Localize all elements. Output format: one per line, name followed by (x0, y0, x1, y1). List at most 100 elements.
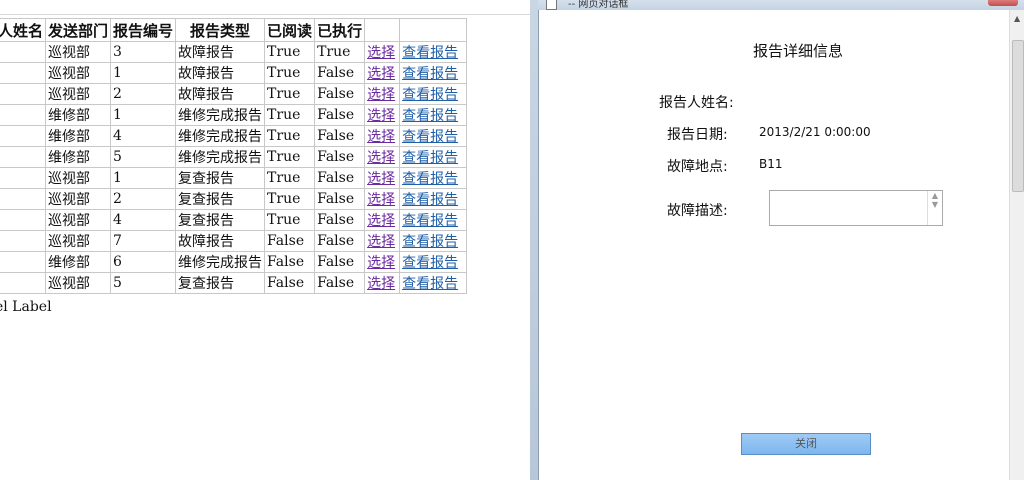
reporter-name-cell: 七 (0, 41, 47, 63)
executed-status-cell: False (314, 251, 366, 273)
select-link[interactable]: 选择 (367, 108, 395, 124)
read-status-cell: True (264, 146, 316, 168)
report-type-cell: 复查报告 (175, 188, 266, 210)
page-icon (546, 0, 557, 10)
view-report-cell: 查看报告 (399, 230, 468, 252)
department-cell: 巡视部 (45, 209, 112, 231)
reporter-name-cell: 五 (0, 125, 47, 147)
table-header-cell: 已阅读 (264, 18, 316, 42)
scroll-up-icon[interactable]: ▲ (1014, 14, 1020, 23)
view-report-cell: 查看报告 (399, 272, 468, 294)
view-report-link[interactable]: 查看报告 (402, 171, 458, 187)
read-status-cell: False (264, 230, 316, 252)
view-report-link[interactable]: 查看报告 (402, 192, 458, 208)
view-report-cell: 查看报告 (399, 62, 468, 84)
dialog-scrollbar[interactable]: ▲ (1009, 10, 1024, 480)
view-report-link[interactable]: 查看报告 (402, 234, 458, 250)
report-number-cell: 4 (110, 209, 177, 231)
executed-status-cell: True (314, 41, 366, 63)
report-type-cell: 故障报告 (175, 41, 266, 63)
page-top-strip (0, 0, 530, 15)
report-list-page: 送人姓名发送部门报告编号报告类型已阅读已执行 七巡视部3故障报告TrueTrue… (0, 0, 530, 480)
executed-status-cell: False (314, 230, 366, 252)
report-number-cell: 5 (110, 146, 177, 168)
select-link[interactable]: 选择 (367, 66, 395, 82)
view-report-cell: 查看报告 (399, 125, 468, 147)
view-report-link[interactable]: 查看报告 (402, 150, 458, 166)
department-cell: 巡视部 (45, 83, 112, 105)
report-table: 送人姓名发送部门报告编号报告类型已阅读已执行 七巡视部3故障报告TrueTrue… (0, 18, 468, 294)
read-status-cell: True (264, 209, 316, 231)
select-cell: 选择 (364, 188, 401, 210)
dialog-title: -- 网页对话框 (568, 0, 629, 10)
table-header-cell: 发送部门 (45, 18, 112, 42)
view-report-link[interactable]: 查看报告 (402, 255, 458, 271)
select-link[interactable]: 选择 (367, 45, 395, 61)
read-status-cell: False (264, 251, 316, 273)
table-row: nn巡视部1故障报告TrueFalse选择查看报告 (0, 62, 468, 84)
executed-status-cell: False (314, 62, 366, 84)
executed-status-cell: False (314, 146, 366, 168)
view-report-link[interactable]: 查看报告 (402, 45, 458, 61)
select-link[interactable]: 选择 (367, 213, 395, 229)
select-link[interactable]: 选择 (367, 87, 395, 103)
report-type-cell: 故障报告 (175, 83, 266, 105)
department-cell: 巡视部 (45, 167, 112, 189)
select-link[interactable]: 选择 (367, 192, 395, 208)
reporter-name-cell: nn (0, 209, 47, 231)
reporter-name-cell: nn (0, 83, 47, 105)
select-cell: 选择 (364, 62, 401, 84)
report-number-cell: 2 (110, 188, 177, 210)
table-header-cell: 送人姓名 (0, 18, 47, 42)
view-report-link[interactable]: 查看报告 (402, 87, 458, 103)
description-textarea[interactable]: ▲ ▼ (769, 190, 943, 226)
report-type-cell: 故障报告 (175, 230, 266, 252)
date-label: 报告日期: (667, 127, 728, 143)
read-status-cell: True (264, 125, 316, 147)
table-row: nn巡视部7故障报告FalseFalse选择查看报告 (0, 230, 468, 252)
location-label: 故障地点: (667, 159, 728, 175)
table-header-cell: 报告类型 (175, 18, 266, 42)
department-cell: 巡视部 (45, 62, 112, 84)
executed-status-cell: False (314, 209, 366, 231)
executed-status-cell: False (314, 83, 366, 105)
select-cell: 选择 (364, 41, 401, 63)
view-report-link[interactable]: 查看报告 (402, 66, 458, 82)
table-header-cell (364, 18, 401, 42)
read-status-cell: True (264, 167, 316, 189)
select-link[interactable]: 选择 (367, 234, 395, 250)
report-number-cell: 3 (110, 41, 177, 63)
reporter-name-cell: 六 (0, 146, 47, 168)
read-status-cell: True (264, 188, 316, 210)
select-link[interactable]: 选择 (367, 129, 395, 145)
view-report-link[interactable]: 查看报告 (402, 108, 458, 124)
executed-status-cell: False (314, 125, 366, 147)
view-report-cell: 查看报告 (399, 209, 468, 231)
report-table-body: 七巡视部3故障报告TrueTrue选择查看报告nn巡视部1故障报告TrueFal… (0, 41, 468, 294)
select-link[interactable]: 选择 (367, 276, 395, 292)
select-link[interactable]: 选择 (367, 150, 395, 166)
view-report-cell: 查看报告 (399, 41, 468, 63)
view-report-cell: 查看报告 (399, 167, 468, 189)
view-report-link[interactable]: 查看报告 (402, 129, 458, 145)
report-number-cell: 4 (110, 125, 177, 147)
close-button[interactable]: 关闭 (741, 433, 871, 455)
select-link[interactable]: 选择 (367, 255, 395, 271)
scroll-thumb[interactable] (1012, 40, 1024, 192)
select-link[interactable]: 选择 (367, 171, 395, 187)
report-type-cell: 故障报告 (175, 62, 266, 84)
reporter-name-cell: nn (0, 230, 47, 252)
textarea-scrollbar[interactable]: ▲ ▼ (927, 191, 942, 225)
view-report-cell: 查看报告 (399, 83, 468, 105)
dialog-heading: 报告详细信息 (753, 42, 844, 60)
view-report-link[interactable]: 查看报告 (402, 213, 458, 229)
dialog-titlebar[interactable]: -- 网页对话框 (538, 0, 1024, 10)
department-cell: 巡视部 (45, 230, 112, 252)
department-cell: 巡视部 (45, 41, 112, 63)
close-icon[interactable] (988, 0, 1018, 6)
view-report-link[interactable]: 查看报告 (402, 276, 458, 292)
report-number-cell: 7 (110, 230, 177, 252)
table-row: 七巡视部2复查报告TrueFalse选择查看报告 (0, 188, 468, 210)
report-number-cell: 6 (110, 251, 177, 273)
reporter-name-cell: 五 (0, 251, 47, 273)
